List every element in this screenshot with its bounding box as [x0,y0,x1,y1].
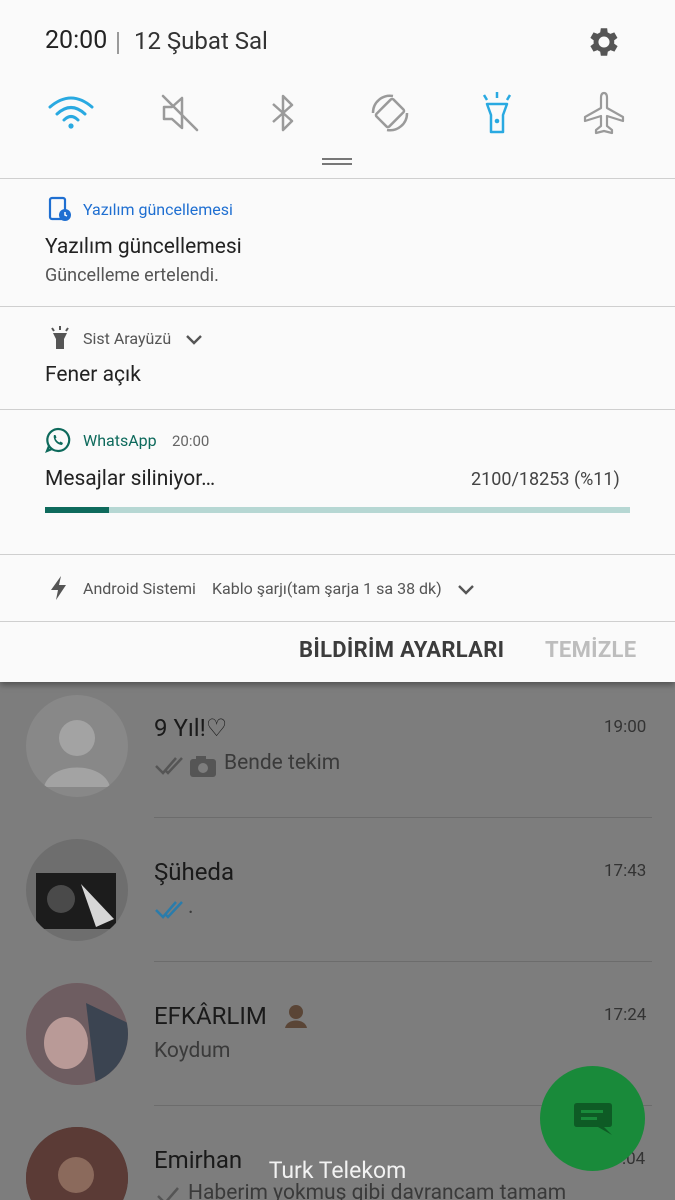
notification-app-name: Yazılım güncellemesi [83,200,233,219]
double-check-camera-icon [155,756,216,777]
chevron-down-icon[interactable] [185,334,203,346]
chat-row[interactable]: 9 Yıl!♡ 19:00 Bende tekim [0,682,675,826]
progress-bar [45,507,630,513]
chat-time: 19:00 [604,717,647,737]
notification-shade: 20:00 12 Şubat Sal Yazılım güncellemesi … [0,0,675,682]
notification-actions: BİLDİRİM AYARLARI TEMİZLE [0,622,675,682]
quick-settings-header: 20:00 12 Şubat Sal [0,0,675,178]
double-check-blue-icon [155,901,183,919]
bluetooth-icon[interactable] [258,88,308,138]
lightning-bolt-icon [51,576,66,600]
chat-message: Bende tekim [224,751,341,775]
progress-bar-fill [45,507,110,513]
flashlight-small-icon [51,326,69,349]
notification-charging[interactable]: Android Sistemi Kablo şarjı(tam şarja 1 … [0,555,675,622]
chat-divider [154,817,652,818]
notification-app-name: Sist Arayüzü [83,329,172,348]
avatar [26,695,128,797]
notification-title: Yazılım güncellemesi [45,235,242,259]
profile-photo [36,873,116,929]
chat-message: Koydum [154,1039,231,1063]
avatar [26,839,128,941]
notification-app-name: Android Sistemi [83,579,196,598]
software-update-icon [48,196,71,221]
message-icon [574,1103,612,1135]
wifi-icon[interactable] [46,88,96,138]
chat-name: EFKÂRLIM [154,1002,267,1030]
notification-title: Mesajlar siliniyor… [45,467,216,491]
chat-row[interactable]: Şüheda 17:43 . [0,826,675,970]
chat-name: 9 Yıl!♡ [154,714,228,742]
chevron-down-icon[interactable] [457,584,475,596]
check-icon [157,1187,179,1200]
mute-icon[interactable] [155,88,205,138]
drag-handle[interactable] [322,158,352,165]
chat-time: 17:43 [604,861,647,881]
chat-message: . [188,895,194,919]
clock: 20:00 [45,26,108,55]
progress-count: 2100/18253 (%11) [471,469,620,490]
chat-name: Şüheda [154,858,235,886]
notification-time: 20:00 [172,432,210,450]
clear-button[interactable]: TEMİZLE [545,638,636,663]
notification-app-name: WhatsApp [83,431,157,450]
emoji-icon [285,1005,307,1028]
notification-whatsapp[interactable]: WhatsApp 20:00 Mesajlar siliniyor… 2100/… [0,410,675,554]
carrier-label: Turk Telekom [268,1157,407,1184]
rotate-icon[interactable] [365,88,415,138]
notification-software-update[interactable]: Yazılım güncellemesi Yazılım güncellemes… [0,179,675,306]
avatar [26,983,128,1085]
notification-settings-button[interactable]: BİLDİRİM AYARLARI [299,638,504,663]
new-chat-fab[interactable] [540,1066,645,1171]
airplane-icon[interactable] [579,88,629,138]
notification-text: Güncelleme ertelendi. [45,265,219,286]
default-avatar-icon [44,720,110,787]
notification-title: Fener açık [45,363,141,387]
chat-time: 17:24 [604,1005,647,1025]
notification-flashlight[interactable]: Sist Arayüzü Fener açık [0,307,675,409]
whatsapp-icon [45,427,71,453]
notification-text: Kablo şarjı(tam şarja 1 sa 38 dk) [212,579,442,598]
settings-gear-icon[interactable] [585,23,623,61]
chat-divider [154,961,652,962]
date-label: 12 Şubat Sal [134,27,268,55]
flashlight-icon[interactable] [472,88,522,138]
time-date-separator [117,32,119,54]
profile-photo [26,983,128,1085]
